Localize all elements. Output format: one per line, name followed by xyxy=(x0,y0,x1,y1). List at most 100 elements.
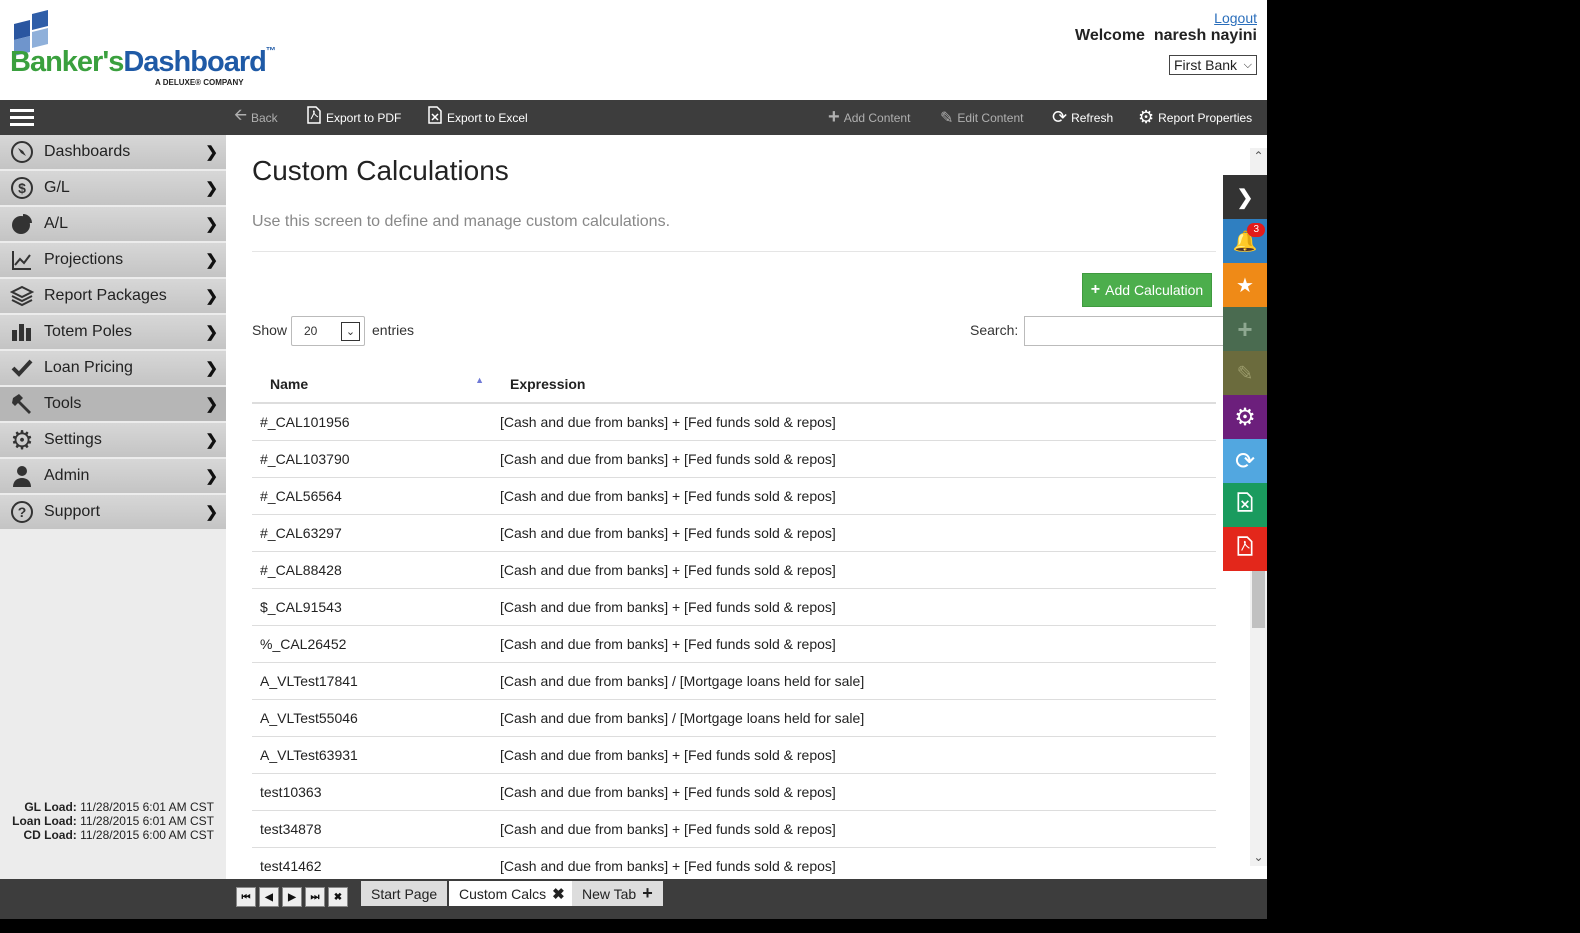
cell-expression: [Cash and due from banks] + [Fed funds s… xyxy=(492,736,1216,774)
refresh-icon: ⟳ xyxy=(1234,447,1256,475)
page-title: Custom Calculations xyxy=(252,155,509,186)
divider xyxy=(252,251,1216,252)
table-row[interactable]: %_CAL26452 [Cash and due from banks] + [F… xyxy=(252,625,1216,663)
sidebar-item-support[interactable]: ? Support ❯ xyxy=(0,495,226,529)
export-pdf-quick-button[interactable] xyxy=(1223,527,1267,571)
column-header-expression[interactable]: Expression xyxy=(492,365,1216,404)
table-row[interactable]: test41462 [Cash and due from banks] + [Fe… xyxy=(252,847,1216,879)
excel-file-icon xyxy=(1236,492,1254,518)
compass-icon xyxy=(0,135,44,169)
bank-select[interactable]: First Bank ⌵ xyxy=(1169,55,1257,75)
add-content-quick-button[interactable]: + xyxy=(1223,307,1267,351)
table-row[interactable]: #_CAL63297 [Cash and due from banks] + [F… xyxy=(252,514,1216,552)
sidebar-item-dashboards[interactable]: Dashboards ❯ xyxy=(0,135,226,169)
close-all-tabs-icon[interactable]: ✖ xyxy=(328,887,348,907)
main-content: Custom Calculations Use this screen to d… xyxy=(226,135,1267,879)
loan-load-value: 11/28/2015 6:01 AM CST xyxy=(80,814,214,828)
sidebar-item-projections[interactable]: Projections ❯ xyxy=(0,243,226,277)
search-label: Search: xyxy=(970,322,1019,338)
collapse-panel-button[interactable]: ❯ xyxy=(1223,175,1267,219)
calculations-table: Name ▲ Expression #_CAL101956 [Cash and du… xyxy=(252,365,1216,879)
table-row[interactable]: $_CAL91543 [Cash and due from banks] + [F… xyxy=(252,588,1216,626)
scroll-up-icon[interactable]: ⌃ xyxy=(1250,148,1267,165)
settings-quick-button[interactable]: ⚙ xyxy=(1223,395,1267,439)
sidebar-item-gl[interactable]: $ G/L ❯ xyxy=(0,171,226,205)
edit-content-button[interactable]: ✎ Edit Content xyxy=(940,100,1023,135)
toolbar: 🡨 Back Export to PDF Export to Excel + A… xyxy=(0,100,1267,135)
table-row[interactable]: A_VLTest63931 [Cash and due from banks] +… xyxy=(252,736,1216,774)
export-excel-button[interactable]: Export to Excel xyxy=(427,100,528,135)
cell-expression: [Cash and due from banks] + [Fed funds s… xyxy=(492,625,1216,663)
scroll-thumb[interactable] xyxy=(1252,568,1265,628)
logout-link[interactable]: Logout xyxy=(1214,10,1257,26)
refresh-quick-button[interactable]: ⟳ xyxy=(1223,439,1267,483)
scroll-down-icon[interactable]: ⌄ xyxy=(1250,849,1267,866)
plus-icon[interactable]: + xyxy=(642,883,653,904)
table-row[interactable]: #_CAL56564 [Cash and due from banks] + [F… xyxy=(252,477,1216,515)
sort-ascending-icon: ▲ xyxy=(475,375,484,385)
plus-icon: + xyxy=(1090,281,1101,298)
next-tab-icon[interactable]: ▶ xyxy=(282,887,302,907)
page-length-select[interactable]: 20 ⌄ xyxy=(291,316,365,346)
question-icon: ? xyxy=(0,495,44,529)
table-row[interactable]: test34878 [Cash and due from banks] + [Fe… xyxy=(252,810,1216,848)
svg-text:$: $ xyxy=(18,180,26,196)
layers-icon xyxy=(0,279,44,313)
entries-label: entries xyxy=(372,322,415,338)
sidebar-item-label: Settings xyxy=(44,431,102,448)
export-pdf-button[interactable]: Export to PDF xyxy=(306,100,401,135)
tab-custom-calcs[interactable]: Custom Calcs ✖ xyxy=(449,881,575,906)
sidebar-item-report-packages[interactable]: Report Packages ❯ xyxy=(0,279,226,313)
add-calculation-button[interactable]: + Add Calculation xyxy=(1082,273,1212,307)
sidebar: Dashboards ❯ $ G/L ❯ A/L ❯ Projections ❯… xyxy=(0,135,226,879)
chevron-down-icon: ⌵ xyxy=(1243,58,1252,71)
sidebar-item-tools[interactable]: Tools ❯ xyxy=(0,387,226,421)
table-row[interactable]: #_CAL103790 [Cash and due from banks] + [… xyxy=(252,440,1216,478)
chevron-right-icon: ❯ xyxy=(205,324,218,341)
edit-content-quick-button[interactable]: ✎ xyxy=(1223,351,1267,395)
sidebar-item-settings[interactable]: ⚙ Settings ❯ xyxy=(0,423,226,457)
sidebar-item-admin[interactable]: Admin ❯ xyxy=(0,459,226,493)
cell-name: $_CAL91543 xyxy=(252,588,492,626)
first-tab-icon[interactable]: ⏮ xyxy=(236,887,256,907)
notifications-button[interactable]: 🔔 3 xyxy=(1223,219,1267,263)
table-row[interactable]: test10363 [Cash and due from banks] + [Fe… xyxy=(252,773,1216,811)
table-row[interactable]: A_VLTest55046 [Cash and due from banks] /… xyxy=(252,699,1216,737)
favorites-button[interactable]: ★ xyxy=(1223,263,1267,307)
pencil-icon: ✎ xyxy=(1236,362,1254,385)
page-description: Use this screen to define and manage cus… xyxy=(252,213,671,230)
last-tab-icon[interactable]: ⏭ xyxy=(305,887,325,907)
table-header-row: Name ▲ Expression xyxy=(252,365,1216,404)
export-excel-quick-button[interactable] xyxy=(1223,483,1267,527)
cell-expression: [Cash and due from banks] + [Fed funds s… xyxy=(492,514,1216,552)
chevron-right-icon: ❯ xyxy=(205,252,218,269)
column-header-name[interactable]: Name ▲ xyxy=(252,365,492,404)
refresh-button[interactable]: ⟳ Refresh xyxy=(1052,100,1113,135)
chevron-right-icon: ❯ xyxy=(1236,186,1254,209)
add-content-button[interactable]: + Add Content xyxy=(828,100,910,135)
previous-tab-icon[interactable]: ◀ xyxy=(259,887,279,907)
edit-content-label: Edit Content xyxy=(957,110,1024,125)
tab-new-tab[interactable]: New Tab + xyxy=(572,881,663,906)
back-button[interactable]: 🡨 Back xyxy=(234,100,278,135)
plus-icon: + xyxy=(1237,313,1253,344)
table-row[interactable]: A_VLTest17841 [Cash and due from banks] /… xyxy=(252,662,1216,700)
sidebar-item-totem-poles[interactable]: Totem Poles ❯ xyxy=(0,315,226,349)
show-label: Show xyxy=(252,322,288,338)
report-properties-button[interactable]: ⚙ Report Properties xyxy=(1138,100,1252,135)
table-row[interactable]: #_CAL88428 [Cash and due from banks] + [F… xyxy=(252,551,1216,589)
bankers-dashboard-logo[interactable]: Banker'sDashboard™ A DELUXE® COMPANY xyxy=(10,8,276,92)
sidebar-item-loan-pricing[interactable]: Loan Pricing ❯ xyxy=(0,351,226,385)
chevron-down-icon: ⌄ xyxy=(341,321,360,341)
menu-toggle-icon[interactable] xyxy=(10,109,34,127)
chevron-right-icon: ❯ xyxy=(205,144,218,161)
table-row[interactable]: #_CAL101956 [Cash and due from banks] + [… xyxy=(252,403,1216,441)
header: Banker'sDashboard™ A DELUXE® COMPANY Log… xyxy=(0,0,1267,100)
tab-start-page[interactable]: Start Page xyxy=(361,881,448,906)
tab-label: New Tab xyxy=(582,885,637,902)
search-input[interactable] xyxy=(1024,316,1224,346)
gear-icon: ⚙ xyxy=(1234,403,1256,431)
close-tab-icon[interactable]: ✖ xyxy=(552,885,565,903)
cell-expression: [Cash and due from banks] / [Mortgage lo… xyxy=(492,662,1216,700)
sidebar-item-al[interactable]: A/L ❯ xyxy=(0,207,226,241)
